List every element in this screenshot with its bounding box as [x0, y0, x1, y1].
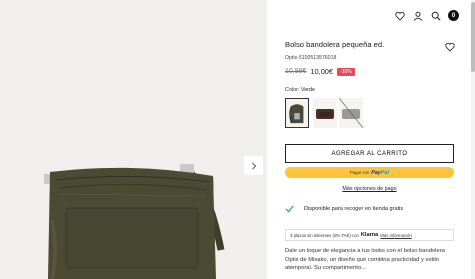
gallery-next-button[interactable]: [244, 156, 263, 175]
paypal-button[interactable]: Pagar con PayPal: [285, 167, 454, 178]
swatch-marron[interactable]: [313, 98, 337, 128]
color-label-text: Color:: [285, 87, 300, 93]
add-to-cart-button[interactable]: AGREGAR AL CARRITO: [285, 144, 454, 163]
wishlist-header-button[interactable]: [394, 10, 405, 21]
discount-badge: -10%: [337, 67, 355, 76]
klarna-info-link[interactable]: Más información: [380, 233, 412, 238]
header-icons: 0: [394, 10, 459, 21]
user-icon: [413, 11, 422, 21]
heart-icon: [445, 42, 455, 52]
klarna-logo: Klarna: [360, 232, 379, 238]
scrollbar[interactable]: [471, 0, 475, 279]
chevron-right-icon: [251, 161, 256, 170]
swatch-verde-image: [289, 104, 304, 124]
availability-text: Disponible para recoger en tienda gratis: [304, 205, 404, 212]
product-info-panel: 0 Bolso bandolera pequeña ed. Optis-5100…: [267, 0, 475, 279]
search-button[interactable]: [430, 10, 441, 21]
swatch-marron-image: [316, 109, 334, 119]
scrollbar-thumb[interactable]: [471, 2, 475, 72]
product-gallery: [0, 0, 267, 279]
swatch-verde[interactable]: [285, 98, 309, 128]
more-payment-options-link[interactable]: Más opciones de pago: [285, 186, 454, 192]
paypal-logo: PayPal: [371, 170, 389, 176]
heart-icon: [394, 11, 405, 21]
cart-button[interactable]: 0: [448, 10, 459, 21]
search-icon: [431, 11, 441, 21]
cart-count: 0: [451, 12, 456, 19]
product-image: [44, 164, 225, 279]
product-description: Dale un toque de elegancia a tus looks c…: [285, 248, 445, 272]
klarna-banner: 3 plazos sin intereses (0% TAE) con Klar…: [285, 229, 454, 241]
swatch-gris[interactable]: [339, 98, 363, 128]
current-price: 10,00€: [310, 67, 334, 76]
product-title: Bolso bandolera pequeña ed.: [285, 40, 385, 49]
paypal-logo-a: Pay: [371, 169, 381, 176]
klarna-text: 3 plazos sin intereses (0% TAE) con: [290, 232, 359, 238]
availability-row: Disponible para recoger en tienda gratis: [285, 204, 403, 213]
old-price: 10,99€: [285, 68, 307, 75]
color-value: Verde: [300, 87, 315, 93]
color-label: Color: Verde: [285, 87, 315, 93]
price-row: 10,99€ 10,00€ -10%: [285, 67, 355, 76]
account-button[interactable]: [412, 10, 423, 21]
paypal-logo-b: Pal: [380, 169, 389, 176]
check-icon: [285, 205, 294, 213]
product-sku: Optis-5100513576018: [285, 55, 337, 61]
swatch-gris-image: [339, 98, 363, 128]
paypal-prefix: Pagar con: [350, 170, 370, 175]
wishlist-button[interactable]: [445, 39, 455, 52]
